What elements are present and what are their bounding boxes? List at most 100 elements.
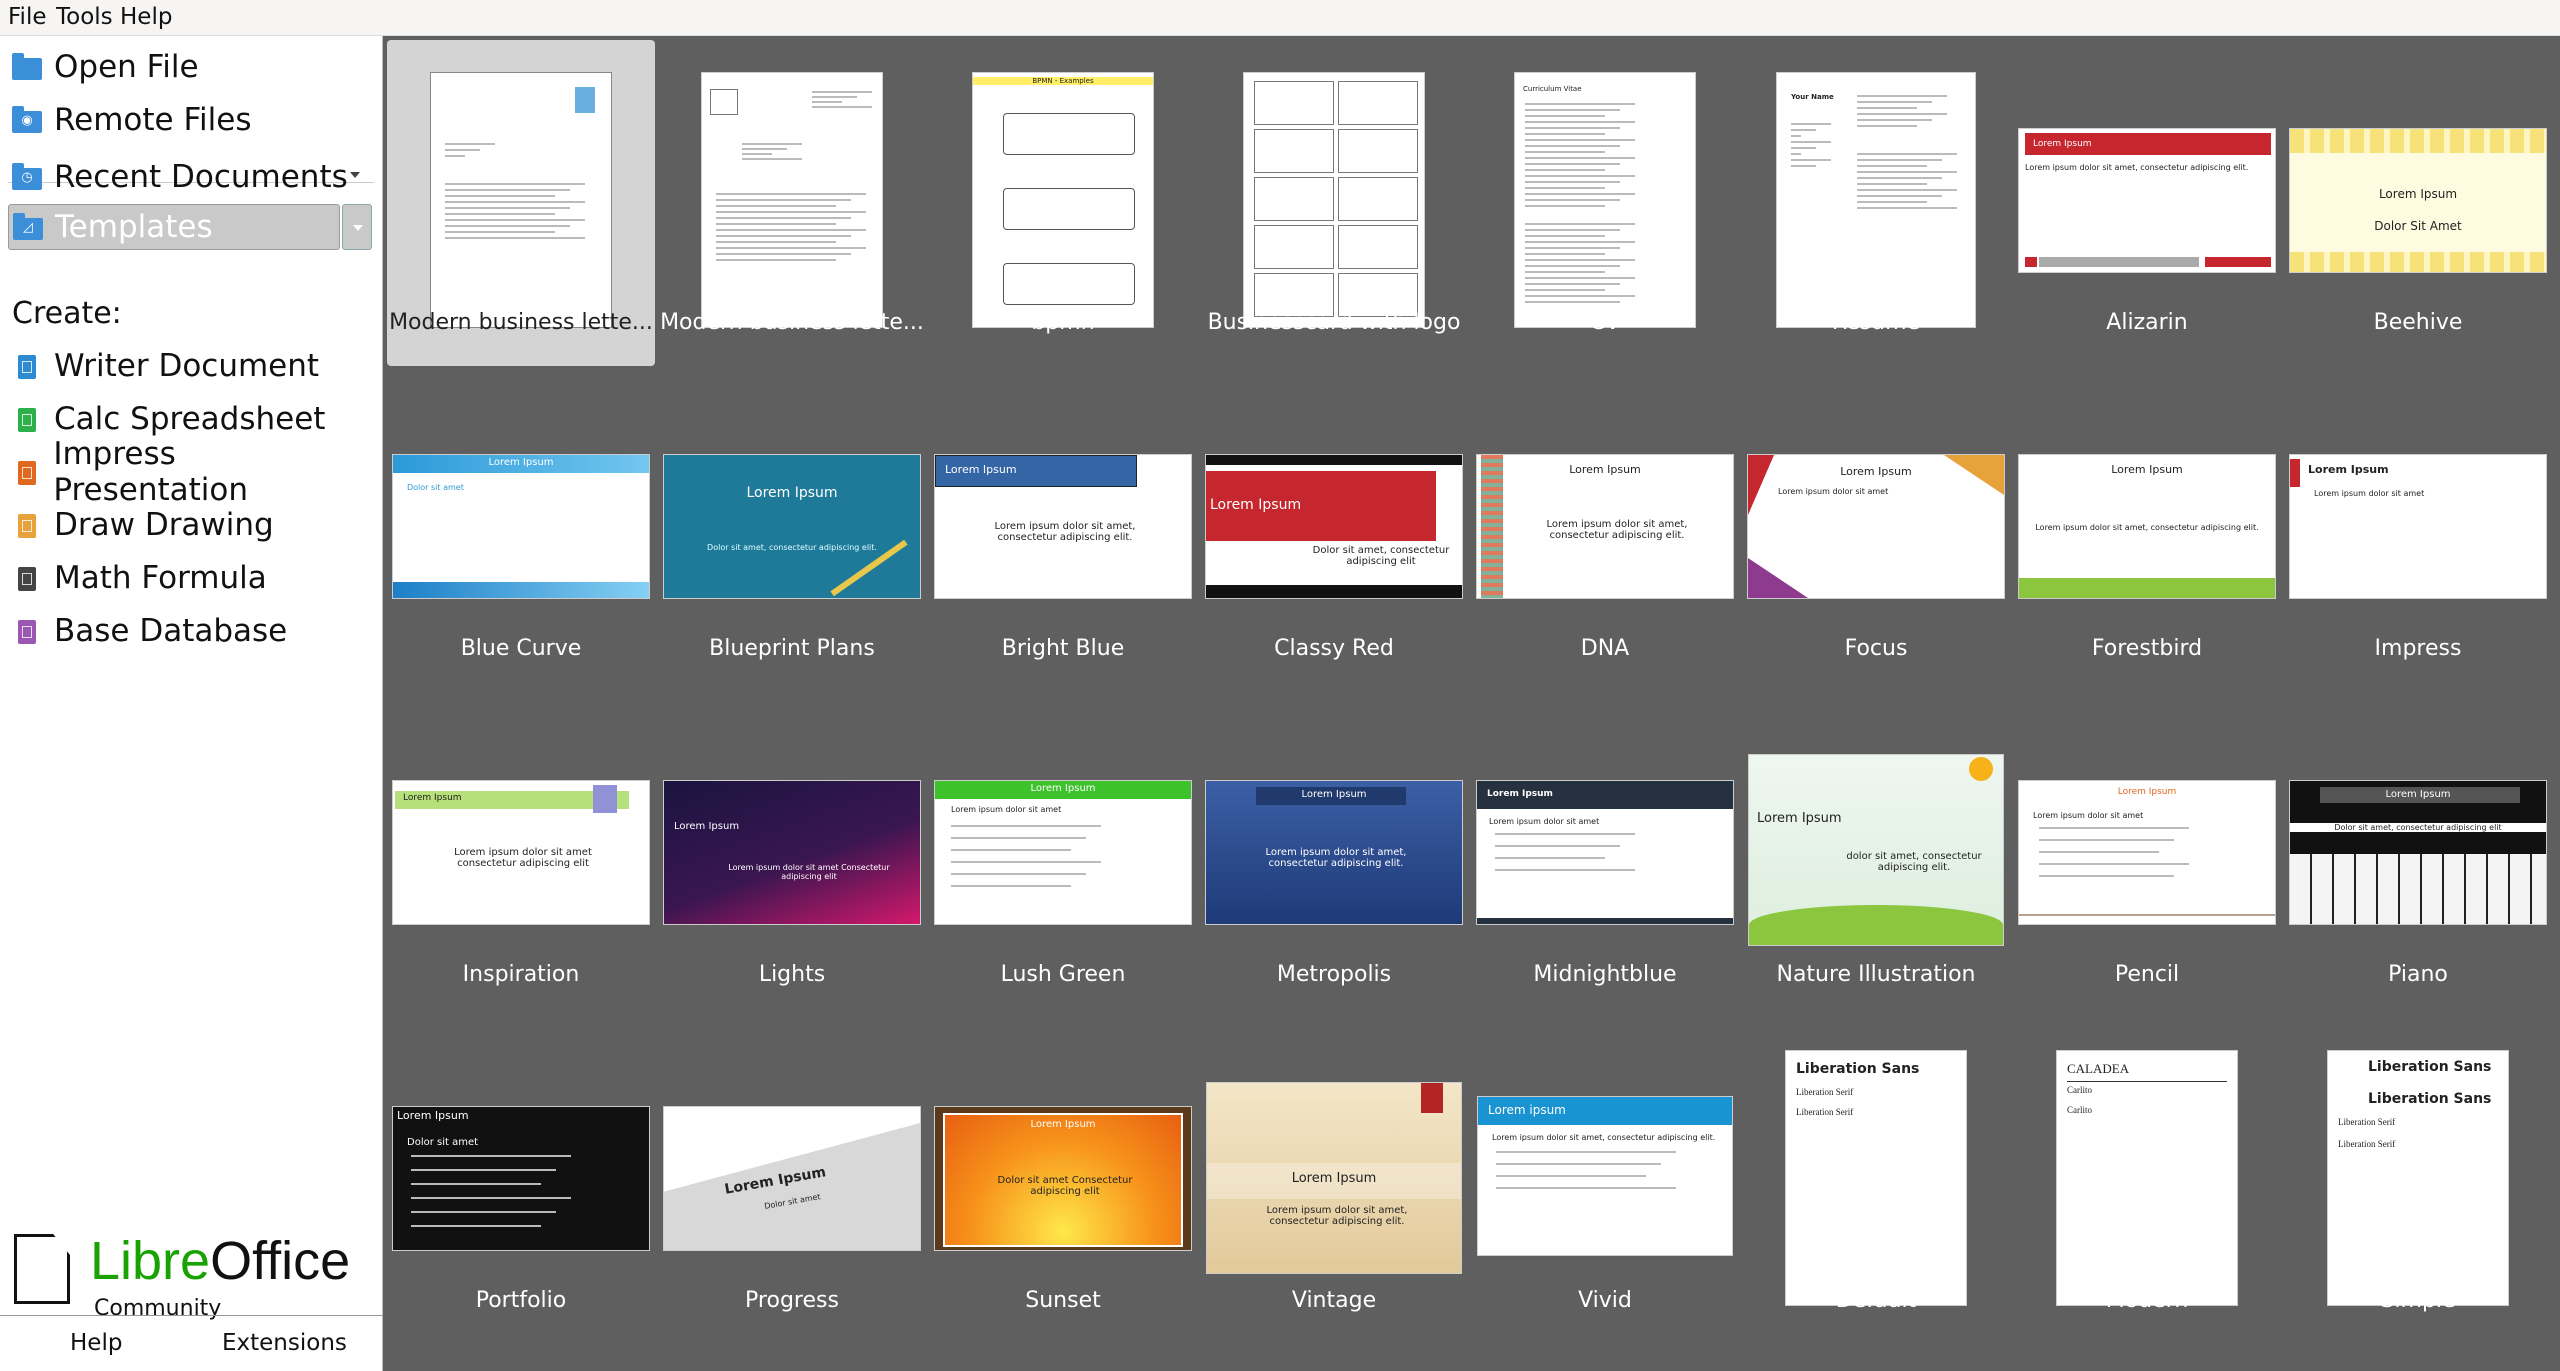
template-item[interactable]: Modern business lette... [658,40,926,366]
thumbnail-text: Lorem ipsum dolor sit amet [2033,811,2144,820]
create-draw-button[interactable]: Draw Drawing [8,502,374,548]
template-item[interactable]: CALADEA Carlito Carlito Modern [2013,1018,2281,1344]
template-item[interactable]: Lorem Ipsum Dolor sit amet Blue Curve [387,366,655,692]
create-writer-button[interactable]: Writer Document [8,343,374,389]
template-label: Midnightblue [1533,962,1677,987]
thumbnail-text: Lorem Ipsum [1301,789,1367,800]
template-label: Bright Blue [1001,636,1125,661]
thumbnail-text: BPMN - Examples [973,77,1153,85]
thumbnail-text: Lorem Ipsum [746,485,838,501]
thumbnail-text: Lorem Ipsum [1210,497,1302,513]
templates-folder-icon: ◿ [9,212,43,242]
template-label: Vivid [1578,1288,1632,1313]
menu-tools[interactable]: Tools [56,4,113,30]
template-label: Sunset [1025,1288,1101,1313]
template-label: Modern business lette... [389,310,653,335]
recent-documents-button[interactable]: ◷ Recent Documents [8,154,374,200]
template-thumbnail: BPMN - Examples [972,72,1154,328]
create-math-button[interactable]: Math Formula [8,555,374,601]
template-item[interactable]: Lorem Ipsum Lorem ipsum dolor sit amet, c… [1200,1018,1468,1344]
create-base-button[interactable]: Base Database [8,608,374,654]
template-item[interactable]: Lorem Ipsum Lorem ipsum dolor sit amet, c… [1471,366,1739,692]
template-label: Nature Illustration [1776,962,1976,987]
template-item[interactable]: Lorem Ipsum Lorem ipsum dolor sit amet Co… [658,692,926,1018]
thumbnail-text: Curriculum Vitae [1523,85,1582,93]
template-item[interactable]: Businesscard with logo [1200,40,1468,366]
template-item[interactable]: Lorem Ipsum Lorem ipsum dolor sit amet Lus… [929,692,1197,1018]
template-item[interactable]: Lorem Ipsum Dolor Sit Amet Beehive [2284,40,2552,366]
thumbnail-text: Liberation Sans [2368,1091,2492,1107]
menu-file[interactable]: File [8,4,47,30]
template-item[interactable]: Your Name Resume [1742,40,2010,366]
thumbnail-text: Lorem Ipsum [1030,1119,1096,1130]
template-thumbnail: Lorem Ipsum Lorem ipsum dolor sit amet Co… [663,780,921,925]
thumbnail-text: Lorem Ipsum [2111,463,2183,476]
thumbnail-text: Lorem Ipsum [1569,463,1641,476]
template-thumbnail: Lorem Ipsum Lorem ipsum dolor sit amet [2289,454,2547,599]
template-label: Lush Green [1000,962,1126,987]
template-item[interactable]: Lorem Ipsum Lorem ipsum dolor sit amet co… [387,692,655,1018]
template-item[interactable]: Lorem Ipsum Dolor sit amet Portfolio [387,1018,655,1344]
writer-icon [8,351,42,381]
open-file-button[interactable]: Open File [8,44,374,90]
template-item[interactable]: Lorem Ipsum Lorem ipsum dolor sit amet, c… [929,366,1197,692]
template-label: Businesscard with logo [1207,310,1461,335]
template-item[interactable]: Lorem Ipsum Lorem ipsum dolor sit amet, c… [2013,40,2281,366]
template-thumbnail: Lorem Ipsum Lorem ipsum dolor sit amet [934,780,1192,925]
template-label: Simple [2380,1288,2456,1313]
template-item[interactable]: Lorem Ipsum Lorem ipsum dolor sit amet, c… [1200,692,1468,1018]
templates-button[interactable]: ◿ Templates [8,204,340,250]
extensions-button[interactable]: Extensions [222,1330,347,1356]
template-item[interactable]: Modern business lette... [387,40,655,366]
thumbnail-text: Carlito [2067,1085,2092,1095]
template-item[interactable]: Lorem Ipsum Dolor sit amet, consectetur a… [2284,692,2552,1018]
template-thumbnail: Liberation Sans Liberation Sans Liberation… [2327,1050,2509,1306]
thumbnail-text: Lorem Ipsum [488,457,554,468]
template-item[interactable]: Liberation Sans Liberation Serif Liberatio… [1742,1018,2010,1344]
template-item[interactable]: BPMN - Examples bpmn [929,40,1197,366]
template-item[interactable]: Lorem Ipsum Lorem ipsum dolor sit amet Imp… [2284,366,2552,692]
template-item[interactable]: Lorem Ipsum Dolor sit amet, consectetur a… [658,366,926,692]
template-thumbnail: Lorem Ipsum Dolor sit amet Consectetur ad… [934,1106,1192,1251]
chevron-down-icon[interactable] [350,172,360,178]
template-item[interactable]: Lorem Ipsum dolor sit amet, consectetur a… [1742,692,2010,1018]
thumbnail-text: Liberation Serif [1796,1107,1854,1117]
template-label: Progress [745,1288,839,1313]
thumbnail-text: Lorem ipsum dolor sit amet consectetur a… [454,847,592,869]
template-thumbnail: Lorem Ipsum dolor sit amet, consectetur a… [1748,754,2004,946]
template-label: CV [1589,310,1621,335]
template-label: Impress [2374,636,2462,661]
thumbnail-text: Liberation Sans [1796,1061,1920,1077]
math-icon [8,563,42,593]
template-item[interactable]: Lorem ipsum Lorem ipsum dolor sit amet, c… [1471,1018,1739,1344]
create-impress-button[interactable]: Impress Presentation [8,436,374,508]
template-label: Blue Curve [460,636,582,661]
template-item[interactable]: Liberation Sans Liberation Sans Liberation… [2284,1018,2552,1344]
thumbnail-text: Lorem ipsum dolor sit amet, consectetur … [994,521,1136,543]
template-label: Piano [2388,962,2448,987]
template-item[interactable]: Curriculum Vitae CV [1471,40,1739,366]
create-impress-label: Impress Presentation [53,436,249,508]
template-item[interactable]: Lorem Ipsum Lorem ipsum dolor sit amet Pen… [2013,692,2281,1018]
template-item[interactable]: Lorem Ipsum Dolor sit amet, consectetur a… [1200,366,1468,692]
template-item[interactable]: Lorem Ipsum Dolor sit amet Consectetur ad… [929,1018,1197,1344]
template-item[interactable]: Lorem Ipsum Lorem ipsum dolor sit amet, c… [2013,366,2281,692]
template-thumbnail: Liberation Sans Liberation Serif Liberatio… [1785,1050,1967,1306]
thumbnail-text: dolor sit amet, consectetur adipiscing e… [1846,851,1982,873]
template-thumbnail: Lorem Ipsum Lorem ipsum dolor sit amet [1476,780,1734,925]
template-label: Vintage [1291,1288,1377,1313]
help-button[interactable]: Help [70,1330,122,1356]
logo-document-icon [14,1234,70,1304]
thumbnail-text: Lorem Ipsum [403,793,462,803]
template-item[interactable]: Lorem Ipsum Lorem ipsum dolor sit amet Foc… [1742,366,2010,692]
template-thumbnail: Lorem Ipsum Dolor sit amet, consectetur a… [1205,454,1463,599]
thumbnail-text: Lorem Ipsum [1291,1171,1377,1186]
template-label: Beehive [2373,310,2463,335]
template-item[interactable]: Lorem Ipsum Lorem ipsum dolor sit amet Mid… [1471,692,1739,1018]
remote-files-button[interactable]: ◉ Remote Files [8,97,374,143]
thumbnail-text: Liberation Serif [2338,1139,2396,1149]
menu-help[interactable]: Help [120,4,172,30]
template-item[interactable]: Lorem Ipsum Dolor sit amet Progress [658,1018,926,1344]
thumbnail-text: Lorem Ipsum [2033,139,2092,149]
templates-dropdown-button[interactable] [342,204,372,250]
